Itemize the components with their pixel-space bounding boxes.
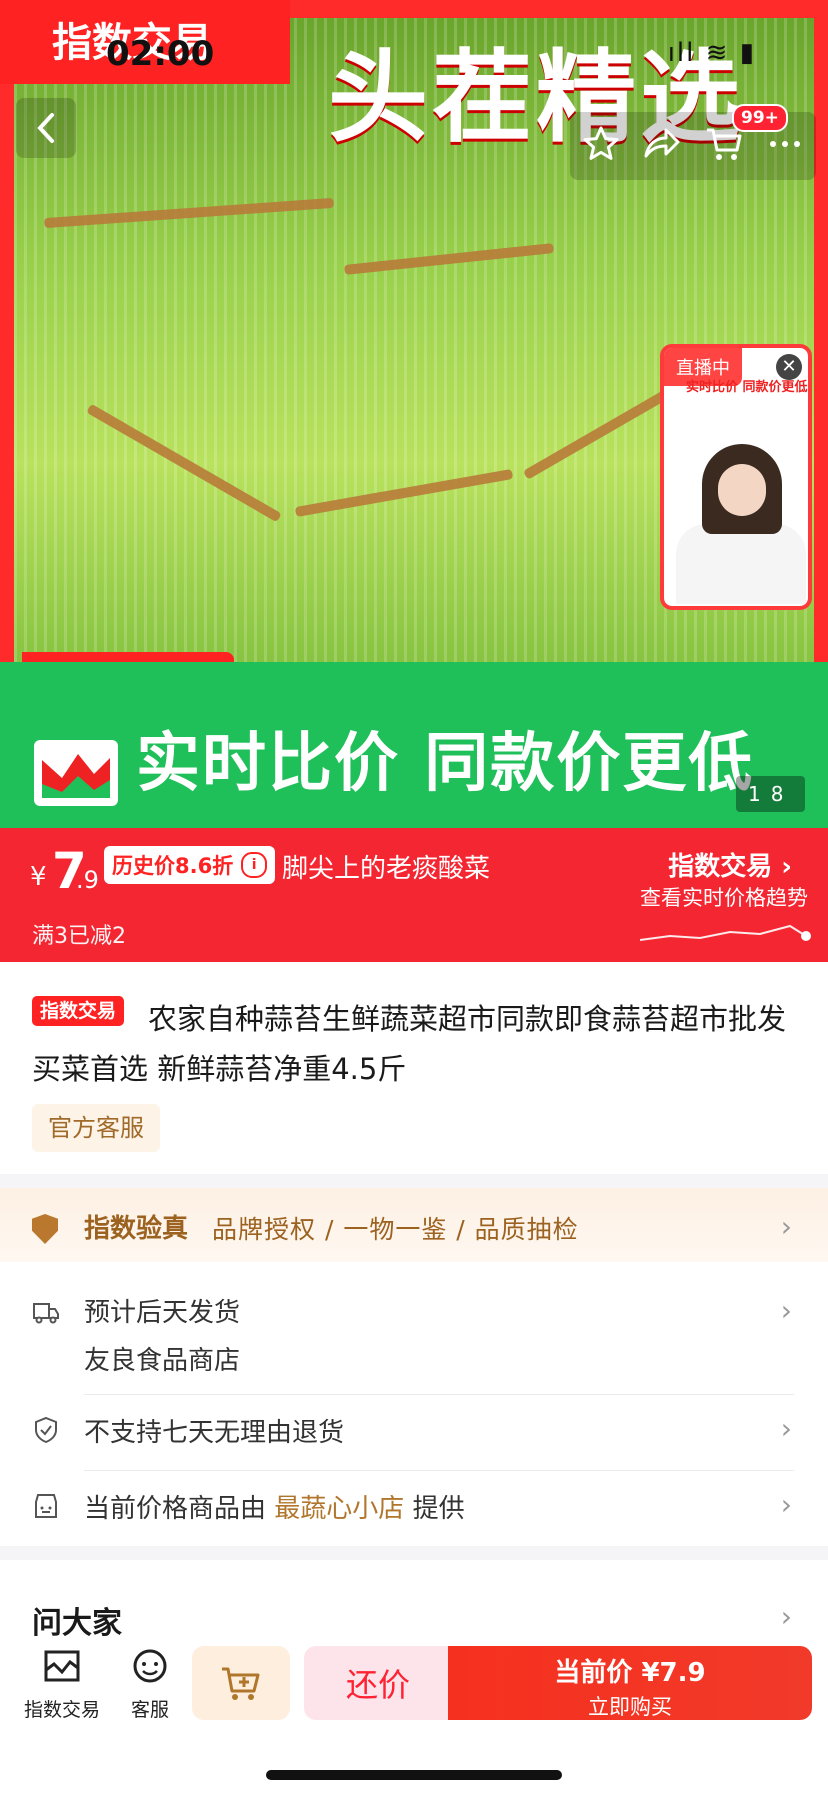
image-band bbox=[294, 468, 514, 518]
product-title-tag: 指数交易 bbox=[32, 996, 125, 1026]
image-band bbox=[522, 386, 676, 480]
buy-now-label: 立即购买 bbox=[588, 1695, 672, 1719]
shipping-estimate[interactable]: 预计后天发货 bbox=[84, 1292, 240, 1329]
image-band bbox=[344, 243, 554, 275]
chat-icon bbox=[133, 1649, 167, 1683]
chevron-right-icon: › bbox=[780, 1210, 792, 1243]
index-logo-icon bbox=[34, 740, 118, 806]
official-service-chip[interactable]: 官方客服 bbox=[32, 1104, 160, 1152]
return-policy[interactable]: 不支持七天无理由退货 bbox=[84, 1412, 344, 1449]
row-divider bbox=[84, 1470, 794, 1471]
row-divider bbox=[84, 1394, 794, 1395]
buy-now-button[interactable]: 当前价 ¥7.9 立即购买 bbox=[448, 1646, 812, 1720]
service-label: 客服 bbox=[130, 1699, 169, 1721]
truck-icon bbox=[33, 1303, 59, 1324]
provider-store-link[interactable]: 最蔬心小店 bbox=[274, 1494, 404, 1524]
chevron-left-icon bbox=[37, 113, 54, 143]
store-icon bbox=[35, 1494, 57, 1518]
store-name: 友良食品商店 bbox=[84, 1346, 241, 1376]
share-button[interactable] bbox=[642, 124, 682, 168]
status-icons: ıll ≋ ▮ bbox=[667, 38, 756, 68]
home-indicator[interactable] bbox=[266, 1770, 562, 1780]
price-decimal: .9 bbox=[76, 866, 99, 894]
shop-icon bbox=[44, 1650, 80, 1682]
compare-banner-text: 实时比价 同款价更低 bbox=[136, 727, 755, 801]
status-time: 02:00 bbox=[106, 34, 215, 74]
pager-current: 1 bbox=[748, 782, 771, 806]
section-divider bbox=[0, 1546, 828, 1560]
pager-total: 8 bbox=[770, 782, 794, 806]
info-icon: i bbox=[241, 852, 268, 878]
image-band bbox=[44, 197, 334, 229]
chevron-right-icon: › bbox=[780, 1600, 792, 1633]
verify-subtitle: 品牌授权 / 一物一鉴 / 品质抽检 bbox=[212, 1215, 579, 1244]
verify-title: 指数验真 bbox=[84, 1214, 189, 1244]
live-stream-window[interactable]: 直播中 ✕ 实时比价 同款价更低 bbox=[660, 344, 812, 610]
cart-add-icon bbox=[222, 1667, 260, 1700]
price-trend-sparkline bbox=[640, 924, 811, 941]
provider-prefix: 当前价格商品由 bbox=[84, 1494, 267, 1524]
price-provider[interactable]: 当前价格商品由 最蔬心小店 提供 bbox=[84, 1488, 465, 1525]
history-price-badge[interactable]: 历史价8.6折 i bbox=[104, 846, 276, 884]
buy-price-label: 当前价 ¥7.9 bbox=[554, 1658, 706, 1688]
shop-button[interactable]: 指数交易 bbox=[22, 1648, 102, 1722]
promo-text: 脚尖上的老痰酸菜 bbox=[282, 854, 491, 884]
bargain-button[interactable]: 还价 bbox=[304, 1646, 452, 1720]
index-trade-link[interactable]: 指数交易 › bbox=[668, 846, 792, 883]
provider-suffix: 提供 bbox=[412, 1494, 465, 1524]
price-trend-link[interactable]: 查看实时价格趋势 bbox=[640, 882, 808, 912]
share-icon bbox=[644, 128, 680, 158]
discount-text: 满3已减2 bbox=[32, 924, 126, 949]
favorite-button[interactable] bbox=[581, 124, 621, 168]
chevron-right-icon: › bbox=[780, 1412, 792, 1445]
live-host-face bbox=[718, 464, 766, 516]
product-title: 农家自种蒜苔生鲜蔬菜超市同款即食蒜苔超市批发买菜首选 新鲜蒜苔净重4.5斤 bbox=[32, 1002, 787, 1086]
add-to-cart-button[interactable] bbox=[192, 1646, 290, 1720]
section-divider bbox=[0, 1174, 828, 1188]
star-icon bbox=[583, 126, 619, 160]
shop-label: 指数交易 bbox=[23, 1699, 100, 1721]
price-currency: ¥ bbox=[30, 862, 47, 892]
customer-service-button[interactable]: 客服 bbox=[120, 1648, 180, 1722]
chevron-right-icon: › bbox=[780, 1294, 792, 1327]
shield-check-icon bbox=[35, 1416, 57, 1444]
image-band bbox=[86, 403, 282, 523]
chevron-right-icon: › bbox=[780, 1488, 792, 1521]
live-banner-text: 实时比价 同款价更低 bbox=[686, 380, 808, 395]
image-pager: 18 bbox=[736, 776, 806, 812]
history-price-label: 历史价8.6折 bbox=[112, 854, 234, 878]
live-host-body bbox=[676, 524, 806, 604]
back-button[interactable] bbox=[16, 98, 76, 158]
cart-count-badge: 99+ bbox=[732, 104, 788, 132]
